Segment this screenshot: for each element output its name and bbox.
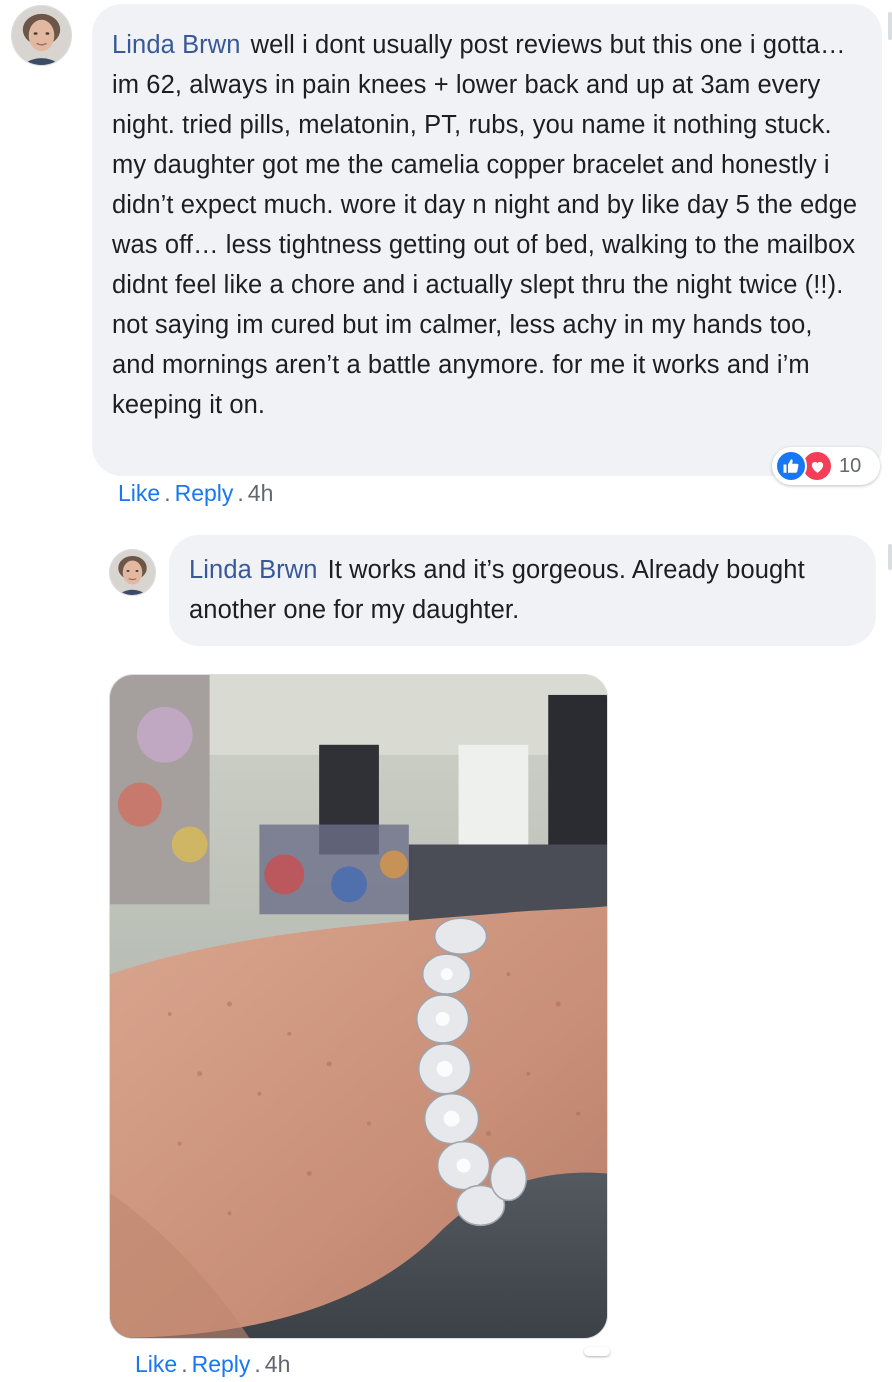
reply-link[interactable]: Reply xyxy=(175,480,234,506)
timestamp[interactable]: 4h xyxy=(265,1351,291,1377)
bracelet-on-wrist-photo xyxy=(110,675,607,1338)
profile-photo xyxy=(110,550,155,595)
reply-author-link[interactable]: Linda Brwn xyxy=(189,556,318,584)
reply-body: Linda Brwn It works and it’s gorgeous. Al… xyxy=(189,550,852,630)
comment-body: Linda Brwn well i dont usually post revie… xyxy=(112,25,860,425)
timestamp[interactable]: 4h xyxy=(248,480,274,506)
profile-photo xyxy=(12,6,71,65)
avatar[interactable] xyxy=(11,5,72,66)
like-link[interactable]: Like xyxy=(118,480,160,506)
reply-actions: Like. Reply. 4h xyxy=(135,1351,290,1378)
like-icon xyxy=(775,450,807,482)
comment-actions: Like. Reply. 4h xyxy=(118,480,273,507)
separator: . xyxy=(254,1351,261,1377)
comment-text: well i dont usually post reviews but thi… xyxy=(112,31,858,419)
separator: . xyxy=(237,480,244,506)
separator: . xyxy=(181,1351,188,1377)
like-link[interactable]: Like xyxy=(135,1351,177,1377)
options-edge[interactable] xyxy=(888,544,892,570)
comment-author-link[interactable]: Linda Brwn xyxy=(112,31,241,59)
reply-avatar[interactable] xyxy=(109,549,156,596)
reaction-summary[interactable]: 10 xyxy=(772,447,880,485)
reaction-pill-edge[interactable] xyxy=(584,1347,610,1356)
separator: . xyxy=(164,480,171,506)
options-edge[interactable] xyxy=(888,12,892,40)
reply-link[interactable]: Reply xyxy=(192,1351,251,1377)
reply-photo[interactable] xyxy=(109,674,608,1339)
reply-bubble: Linda Brwn It works and it’s gorgeous. Al… xyxy=(169,535,876,646)
reaction-count: 10 xyxy=(839,454,862,477)
comment-bubble: Linda Brwn well i dont usually post revie… xyxy=(92,4,882,476)
